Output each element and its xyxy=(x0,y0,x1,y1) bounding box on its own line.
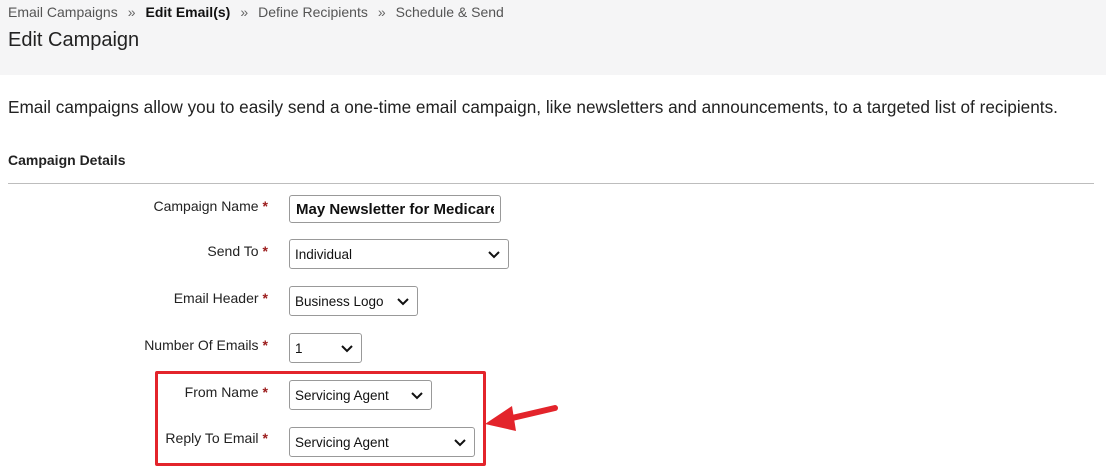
annotation-highlight-box xyxy=(155,371,486,466)
send-to-select[interactable]: Individual xyxy=(289,239,509,269)
number-of-emails-label-text: Number Of Emails xyxy=(144,337,259,353)
campaign-name-input[interactable] xyxy=(289,195,501,223)
breadcrumb-email-campaigns[interactable]: Email Campaigns xyxy=(8,4,118,20)
required-marker: * xyxy=(262,243,268,259)
required-marker: * xyxy=(262,290,268,306)
chevron-down-icon xyxy=(341,345,353,353)
send-to-value: Individual xyxy=(295,246,353,262)
breadcrumb-schedule-send[interactable]: Schedule & Send xyxy=(396,4,504,20)
breadcrumb-define-recipients[interactable]: Define Recipients xyxy=(258,4,368,20)
breadcrumb-separator: » xyxy=(240,4,249,20)
campaign-name-label-text: Campaign Name xyxy=(153,198,259,214)
chevron-down-icon xyxy=(397,298,409,306)
number-of-emails-value: 1 xyxy=(295,340,303,356)
page-title: Edit Campaign xyxy=(8,29,140,51)
breadcrumb-edit-emails: Edit Email(s) xyxy=(145,4,231,20)
email-header-value: Business Logo xyxy=(295,293,384,309)
section-divider xyxy=(8,183,1094,184)
red-arrow-icon xyxy=(485,405,558,431)
send-to-label-text: Send To xyxy=(207,243,259,259)
send-to-label: Send To * xyxy=(207,243,268,259)
required-marker: * xyxy=(262,198,268,214)
number-of-emails-select[interactable]: 1 xyxy=(289,333,362,363)
breadcrumb: Email Campaigns » Edit Email(s) » Define Rec… xyxy=(8,4,504,20)
section-heading: Campaign Details xyxy=(8,152,126,168)
campaign-name-label: Campaign Name * xyxy=(153,198,268,214)
number-of-emails-label: Number Of Emails * xyxy=(144,337,268,353)
breadcrumb-separator: » xyxy=(127,4,136,20)
email-header-label-text: Email Header xyxy=(173,290,259,306)
intro-text: Email campaigns allow you to easily send… xyxy=(8,97,1058,117)
breadcrumb-separator: » xyxy=(377,4,386,20)
email-header-select[interactable]: Business Logo xyxy=(289,286,418,316)
chevron-down-icon xyxy=(488,251,500,259)
email-header-label: Email Header * xyxy=(174,290,268,306)
required-marker: * xyxy=(262,337,268,353)
